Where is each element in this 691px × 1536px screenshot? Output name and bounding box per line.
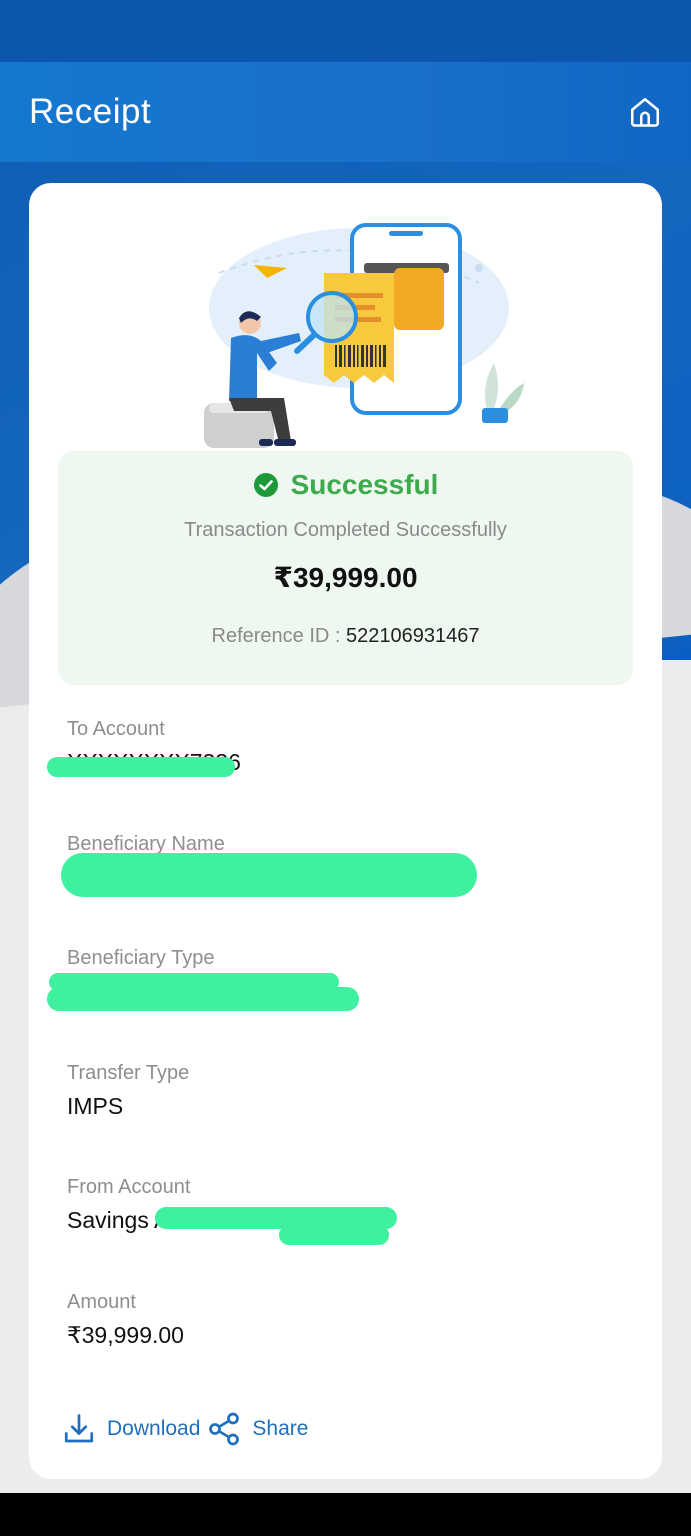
reference-label: Reference ID : (211, 625, 347, 647)
field-label: From Account (67, 1176, 191, 1198)
check-circle-icon (253, 473, 278, 497)
share-icon (209, 1412, 240, 1446)
reference-value: 522106931467 (346, 625, 480, 647)
share-button[interactable]: Share (206, 1411, 308, 1447)
field-value: IMPS (67, 1093, 124, 1119)
field-value: ₹39,999.00 (67, 1322, 184, 1348)
share-label: Share (252, 1417, 309, 1440)
field-amount: Amount ₹39,999.00 (67, 1291, 627, 1349)
download-icon (64, 1414, 94, 1443)
receipt-card: Successful Transaction Completed Success… (29, 183, 662, 1479)
redaction-mark (47, 987, 359, 1011)
status-panel: Successful Transaction Completed Success… (58, 451, 633, 685)
download-label: Download (107, 1417, 201, 1440)
redaction-mark (47, 757, 235, 777)
redaction-mark (279, 1225, 389, 1245)
app-header: Receipt (0, 62, 691, 162)
reference-id: Reference ID : 522106931467 (58, 625, 633, 648)
home-icon (630, 97, 660, 127)
field-label: To Account (67, 718, 165, 740)
home-button[interactable] (625, 92, 665, 132)
status-row: Successful (58, 469, 633, 501)
navigation-bar (0, 1493, 691, 1536)
field-label: Beneficiary Type (67, 947, 215, 969)
redaction-mark (61, 853, 477, 897)
status-subtitle: Transaction Completed Successfully (184, 519, 507, 541)
receipt-actions: Download Share (61, 1411, 308, 1447)
status-title: Successful (290, 469, 439, 500)
receipt-illustration (204, 223, 524, 448)
field-transfer-type: Transfer Type IMPS (67, 1062, 627, 1120)
field-label: Amount (67, 1291, 136, 1313)
status-bar (0, 0, 691, 62)
page-title: Receipt (29, 92, 152, 131)
download-button[interactable]: Download (61, 1411, 200, 1447)
status-amount: ₹39,999.00 (273, 562, 418, 593)
field-label: Transfer Type (67, 1062, 190, 1084)
